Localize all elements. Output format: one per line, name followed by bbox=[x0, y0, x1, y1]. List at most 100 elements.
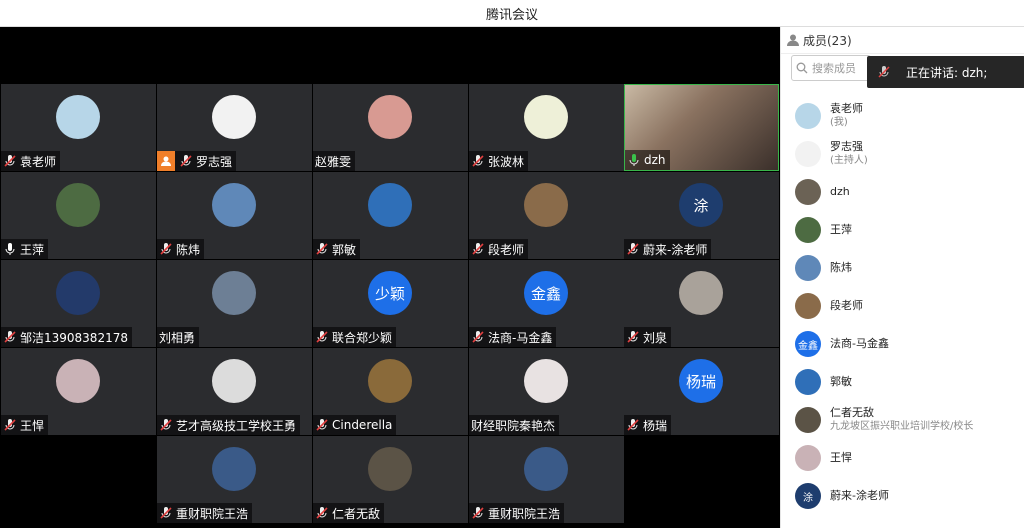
member-item[interactable]: 郭敏 bbox=[781, 363, 1024, 401]
mic-muted-icon bbox=[3, 330, 17, 344]
member-text: 陈炜 bbox=[830, 261, 852, 275]
mic-muted-icon bbox=[179, 154, 193, 168]
mic-muted-icon bbox=[315, 242, 329, 256]
member-item[interactable]: 陈炜 bbox=[781, 249, 1024, 287]
mic-muted-icon bbox=[3, 154, 17, 168]
participant-tile[interactable]: 刘泉 bbox=[624, 260, 779, 347]
participant-tile[interactable]: 邹洁13908382178 bbox=[1, 260, 156, 347]
member-item[interactable]: 金鑫 法商-马金鑫 bbox=[781, 325, 1024, 363]
name-tag: 刘相勇 bbox=[157, 327, 200, 347]
avatar bbox=[524, 359, 568, 403]
participant-tile[interactable]: 郭敏 bbox=[313, 172, 468, 259]
member-item[interactable]: 王萍 bbox=[781, 211, 1024, 249]
members-count-label: 成员(23) bbox=[803, 33, 852, 48]
avatar-initials: 少颖 bbox=[374, 284, 405, 303]
participant-name: dzh bbox=[644, 153, 666, 167]
participant-tile[interactable]: 重财职院王浩 bbox=[157, 436, 312, 523]
member-name: dzh bbox=[830, 185, 850, 198]
avatar bbox=[212, 183, 256, 227]
name-tag: 王萍 bbox=[1, 239, 49, 259]
avatar bbox=[212, 447, 256, 491]
participant-tile[interactable]: 金鑫法商-马金鑫 bbox=[469, 260, 624, 347]
member-text: 段老师 bbox=[830, 299, 863, 313]
avatar bbox=[368, 359, 412, 403]
members-header: 成员(23) bbox=[781, 27, 1024, 54]
avatar-initials: 涂 bbox=[693, 196, 709, 215]
member-role: (主持人) bbox=[830, 155, 868, 166]
participant-tile[interactable]: 刘相勇 bbox=[157, 260, 312, 347]
member-item[interactable]: 罗志强 (主持人) bbox=[781, 135, 1024, 173]
name-tag: 邹洁13908382178 bbox=[1, 327, 132, 347]
participant-tile[interactable]: 王萍 bbox=[1, 172, 156, 259]
avatar bbox=[212, 271, 256, 315]
participant-tile[interactable]: 仁者无敌 bbox=[313, 436, 468, 523]
participant-tile[interactable]: 陈炜 bbox=[157, 172, 312, 259]
video-grid-area: 袁老师 罗志强 赵雅雯 张波林 dzh 王萍 陈炜 郭敏 段老师 涂蔚来-涂老师邹洁1390838… bbox=[0, 27, 780, 528]
participant-name: 段老师 bbox=[488, 242, 525, 257]
participant-tile[interactable]: Cinderella bbox=[313, 348, 468, 435]
participant-tile[interactable]: 赵雅雯 bbox=[313, 84, 468, 171]
member-text: 罗志强 (主持人) bbox=[830, 140, 868, 168]
participant-tile[interactable]: 袁老师 bbox=[1, 84, 156, 171]
participant-name: 刘泉 bbox=[643, 330, 668, 345]
avatar-initials: 金鑫 bbox=[798, 340, 818, 352]
member-text: 仁者无敌 九龙坡区振兴职业培训学校/校长 bbox=[830, 406, 973, 434]
participant-tile[interactable]: 王悍 bbox=[1, 348, 156, 435]
name-tag: 重财职院王浩 bbox=[157, 503, 253, 523]
participant-tile[interactable]: dzh bbox=[624, 84, 779, 171]
avatar bbox=[795, 141, 821, 167]
participant-tile[interactable]: 涂蔚来-涂老师 bbox=[624, 172, 779, 259]
participant-name: 王悍 bbox=[20, 418, 45, 433]
participant-tile[interactable]: 段老师 bbox=[469, 172, 624, 259]
avatar bbox=[368, 447, 412, 491]
member-text: 王悍 bbox=[830, 451, 852, 465]
mic-muted-icon bbox=[315, 506, 329, 520]
participant-tile[interactable]: 杨瑞 杨瑞 bbox=[624, 348, 779, 435]
participant-name: 财经职院秦艳杰 bbox=[471, 418, 556, 433]
mic-muted-icon bbox=[159, 506, 173, 520]
member-item[interactable]: 涂 蔚来-涂老师 bbox=[781, 477, 1024, 515]
mic-muted-icon bbox=[3, 418, 17, 432]
search-members-input[interactable]: 搜索成员 bbox=[791, 55, 871, 81]
mic-muted-icon bbox=[877, 65, 891, 79]
mic-muted-icon bbox=[315, 330, 329, 344]
member-item[interactable]: dzh bbox=[781, 173, 1024, 211]
member-item[interactable]: 段老师 bbox=[781, 287, 1024, 325]
name-tag: 法商-马金鑫 bbox=[469, 327, 557, 347]
name-tag: dzh bbox=[625, 150, 670, 170]
participant-name: 赵雅雯 bbox=[315, 154, 352, 169]
participant-tile[interactable]: 财经职院秦艳杰 bbox=[469, 348, 624, 435]
name-tag: 仁者无敌 bbox=[313, 503, 385, 523]
name-tag: 陈炜 bbox=[157, 239, 205, 259]
participant-tile[interactable]: 艺才高级技工学校王勇 bbox=[157, 348, 312, 435]
participant-tile[interactable]: 罗志强 bbox=[157, 84, 312, 171]
member-name: 王萍 bbox=[830, 223, 852, 236]
avatar: 涂 bbox=[795, 483, 821, 509]
avatar: 少颖 bbox=[368, 271, 412, 315]
avatar-initials: 金鑫 bbox=[530, 284, 561, 303]
member-text: 袁老师 (我) bbox=[830, 102, 863, 130]
participant-name: 郭敏 bbox=[332, 242, 357, 257]
member-name: 法商-马金鑫 bbox=[830, 337, 889, 350]
participant-tile[interactable]: 张波林 bbox=[469, 84, 624, 171]
participant-name: 重财职院王浩 bbox=[488, 506, 561, 521]
participant-name: 仁者无敌 bbox=[332, 506, 381, 521]
member-item[interactable]: 袁老师 (我) bbox=[781, 97, 1024, 135]
window-title: 腾讯会议 bbox=[0, 0, 1024, 27]
avatar bbox=[524, 95, 568, 139]
avatar bbox=[212, 95, 256, 139]
name-tag: 罗志强 bbox=[157, 151, 237, 171]
name-tag: 张波林 bbox=[469, 151, 529, 171]
participant-tile[interactable]: 少颖 联合郑少颖 bbox=[313, 260, 468, 347]
member-name: 罗志强 bbox=[830, 140, 863, 153]
member-item[interactable]: 王悍 bbox=[781, 439, 1024, 477]
participant-tile[interactable]: 重财职院王浩 bbox=[469, 436, 624, 523]
participant-name: 袁老师 bbox=[20, 154, 57, 169]
participant-name: 王萍 bbox=[20, 242, 45, 257]
member-item[interactable]: 仁者无敌 九龙坡区振兴职业培训学校/校长 bbox=[781, 401, 1024, 439]
member-name: 王悍 bbox=[830, 451, 852, 464]
member-text: dzh bbox=[830, 185, 850, 199]
name-tag: 王悍 bbox=[1, 415, 49, 435]
avatar: 金鑫 bbox=[524, 271, 568, 315]
search-placeholder: 搜索成员 bbox=[812, 62, 856, 75]
